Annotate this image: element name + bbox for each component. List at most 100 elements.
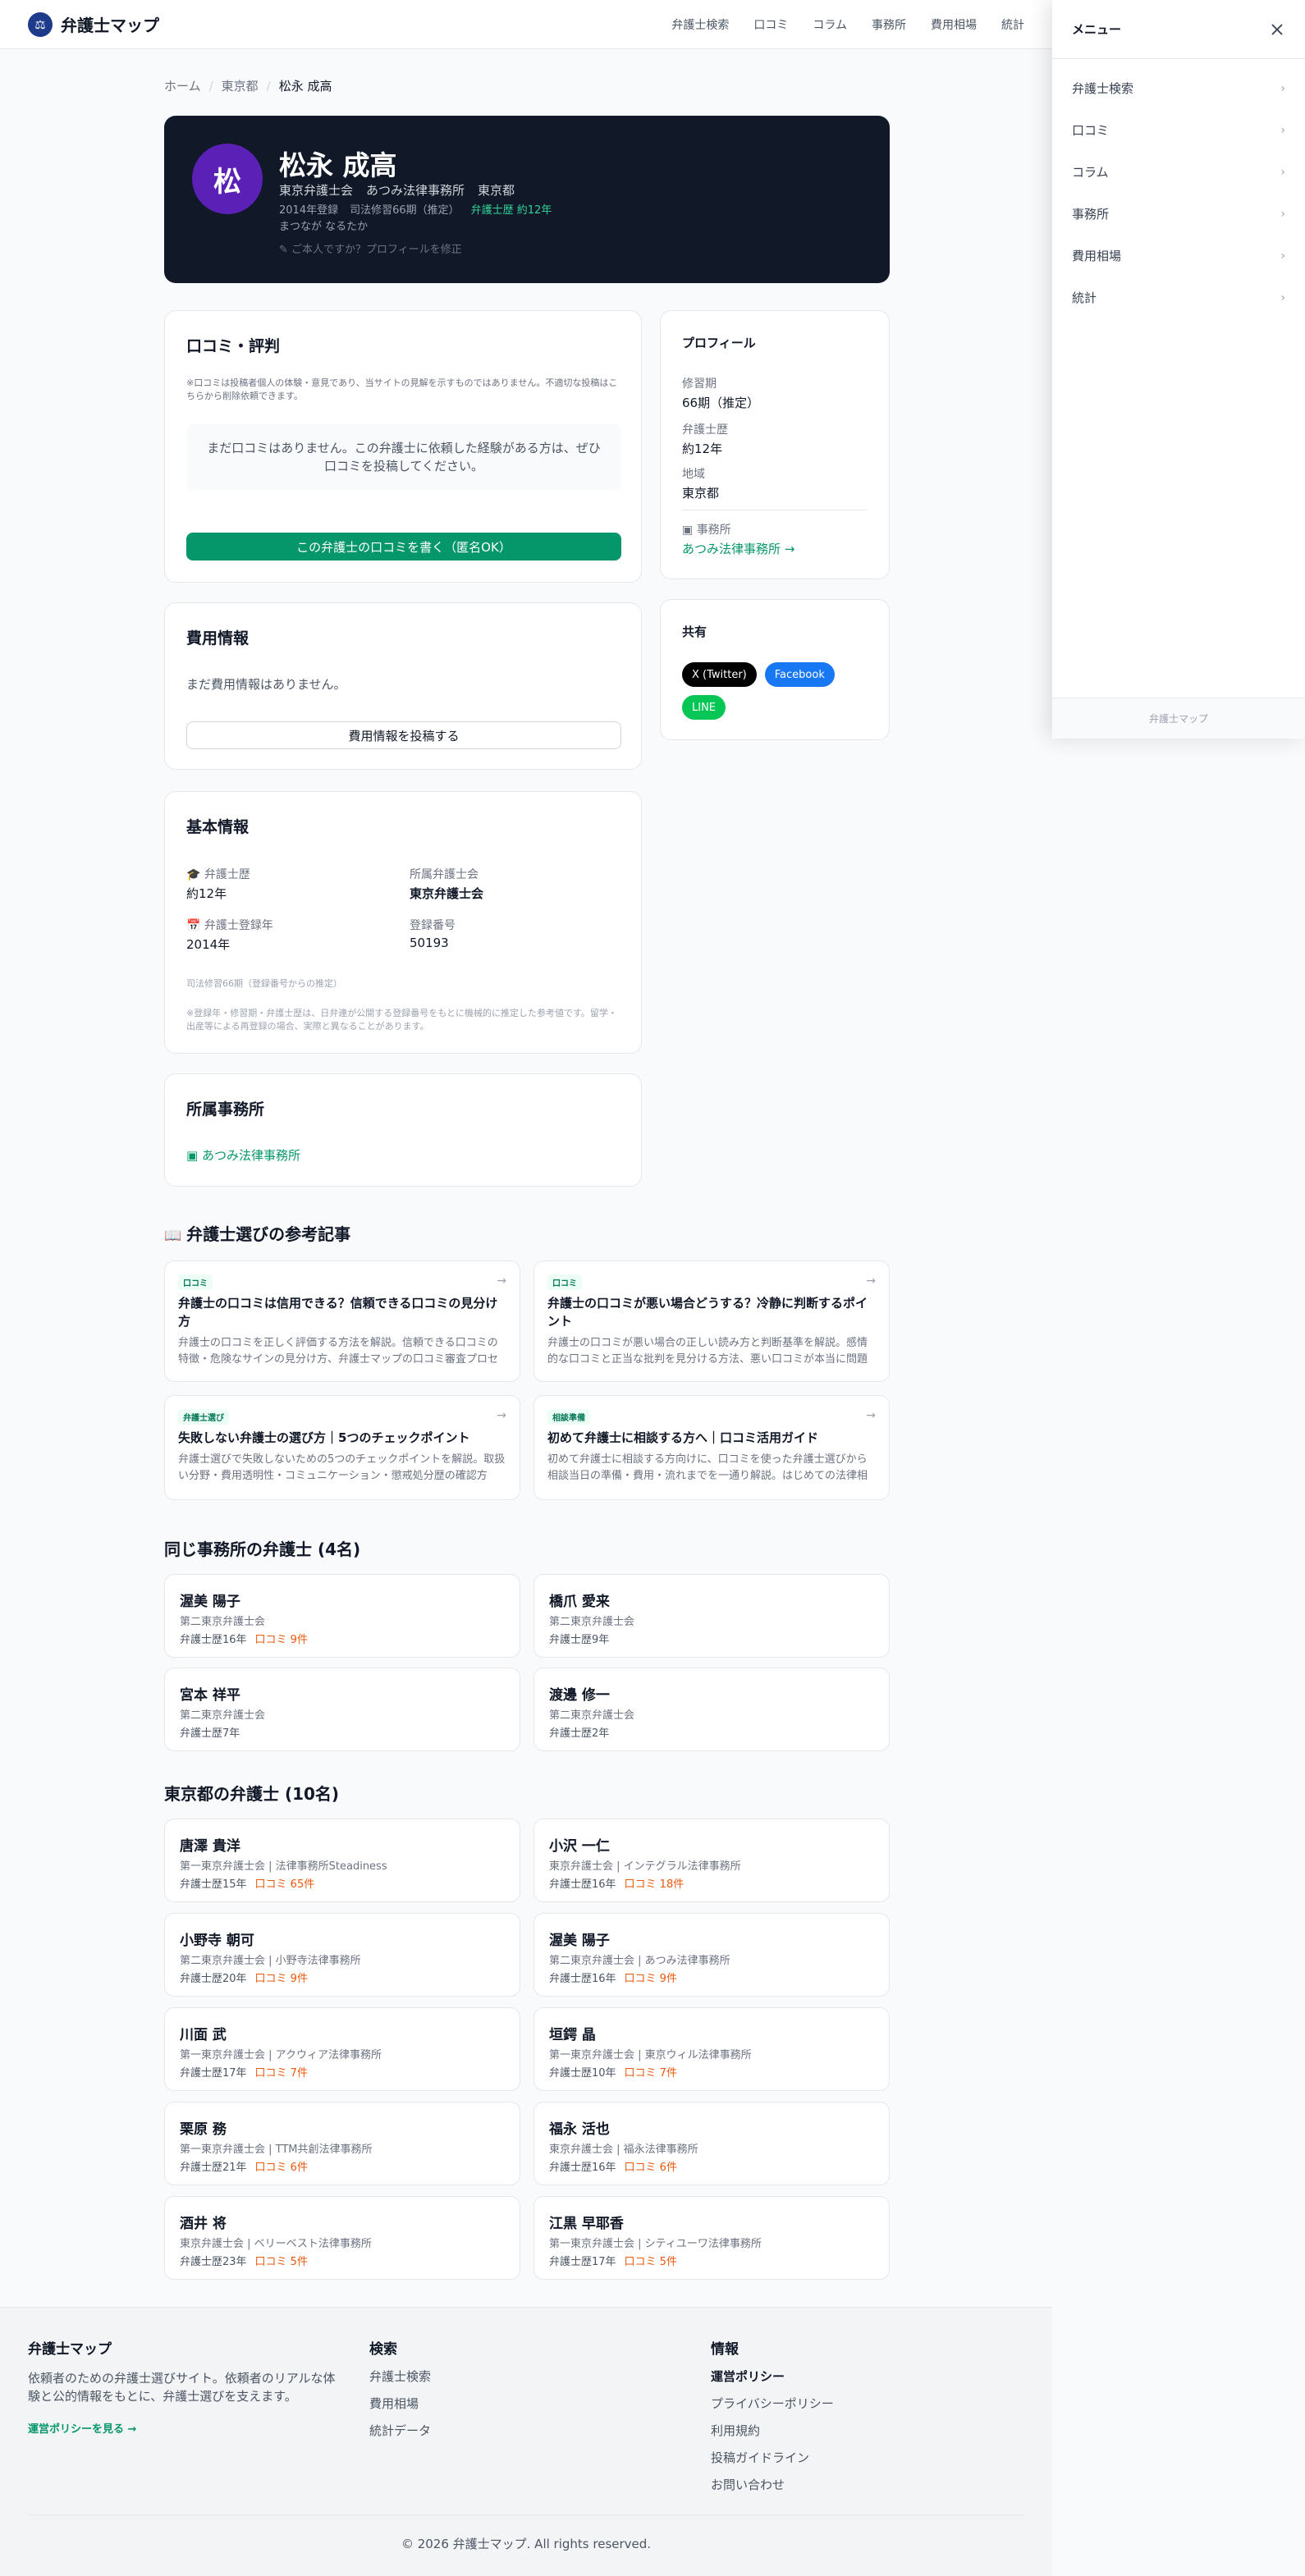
lawyer-name: 松永 成高 — [279, 149, 397, 181]
lawyer-card[interactable]: 橋爪 愛来 第二東京弁護士会 弁護士歴9年 — [533, 1574, 890, 1658]
breadcrumb-separator: / — [208, 78, 213, 94]
menu-item-columns[interactable]: コラム › — [1052, 151, 1305, 193]
post-fees-button[interactable]: 費用情報を投稿する — [186, 721, 621, 749]
footer-link-fees[interactable]: 費用相場 — [369, 2395, 431, 2412]
scales-icon: ⚖ — [28, 11, 53, 37]
lawyer-card[interactable]: 川面 武第一東京弁護士会 | アクウィア法律事務所 弁護士歴17年 口コミ 7件 — [164, 2007, 520, 2091]
lawyer-card-years: 弁護士歴23年 — [180, 2256, 247, 2268]
profile-term-label: 修習期 — [682, 377, 717, 391]
breadcrumb: ホーム / 東京都 / 松永 成高 — [164, 77, 890, 94]
lawyer-card-bar: 東京弁護士会 | 福永法律事務所 — [549, 2144, 698, 2156]
footer-link-guidelines[interactable]: 投稿ガイドライン — [711, 2449, 834, 2466]
share-facebook-button[interactable]: Facebook — [764, 662, 835, 687]
share-twitter-button[interactable]: X (Twitter) — [682, 662, 757, 687]
breadcrumb-prefecture[interactable]: 東京都 — [222, 77, 259, 94]
lawyer-card-name: 渡邊 修一 — [549, 1687, 610, 1704]
menu-item-offices[interactable]: 事務所 › — [1052, 193, 1305, 235]
chevron-right-icon: › — [1280, 249, 1285, 263]
experience-label: 弁護士歴 — [204, 868, 250, 881]
lawyer-card[interactable]: 唐澤 貴洋 第一東京弁護士会 | 法律事務所Steadiness 弁護士歴15年 口コ… — [164, 1819, 520, 1902]
article-card[interactable]: 口コミ → 弁護士の口コミは信用できる？信頼できる口コミの見分け方 弁護士の口コ… — [164, 1261, 520, 1382]
footer-link-contact[interactable]: お問い合わせ — [711, 2476, 834, 2493]
same-office-title: 同じ事務所の弁護士 (4名) — [164, 1540, 361, 1559]
lawyer-card[interactable]: 福永 活也 東京弁護士会 | 福永法律事務所 弁護士歴16年 口コミ 6件 — [533, 2102, 890, 2185]
close-icon[interactable] — [1269, 21, 1285, 38]
site-logo[interactable]: ⚖ 弁護士マップ — [28, 11, 159, 37]
reviews-card: 口コミ・評判 ※口コミは投稿者個人の体験・意見であり、当サイトの見解を示すもので… — [164, 310, 642, 583]
lawyer-card[interactable]: 小沢 一仁 東京弁護士会 | インテグラル法律事務所 弁護士歴16年 口コミ 18件 — [533, 1819, 890, 1902]
arrow-right-icon: → — [497, 1409, 506, 1422]
building-icon: ▣ — [186, 1148, 202, 1163]
office-link[interactable]: ▣ あつみ法律事務所 — [186, 1146, 300, 1164]
profile-experience-label: 弁護士歴 — [682, 423, 728, 437]
nav-lawyer-search[interactable]: 弁護士検索 — [671, 16, 729, 33]
footer-link-terms[interactable]: 利用規約 — [711, 2422, 834, 2439]
lawyer-card-reviews: 口コミ 9件 — [254, 1973, 308, 1985]
nav-offices[interactable]: 事務所 — [872, 16, 906, 33]
lawyer-card-reviews: 口コミ 65件 — [254, 1878, 315, 1891]
menu-item-lawyer-search[interactable]: 弁護士検索 › — [1052, 67, 1305, 109]
lawyer-card-bar: 第一東京弁護士会 | TTM共創法律事務所 — [180, 2144, 373, 2156]
lawyer-meta: 2014年登録 司法修習66期（推定） 弁護士歴 約12年 — [279, 201, 552, 217]
avatar: 松 — [192, 144, 263, 214]
reviews-title: 口コミ・評判 — [186, 337, 281, 355]
registered-year: 2014年登録 — [279, 204, 339, 217]
lawyer-card-name: 江黒 早耶香 — [549, 2216, 624, 2232]
menu-item-fees[interactable]: 費用相場 › — [1052, 235, 1305, 277]
edit-profile-label: ご本人ですか？プロフィールを修正 — [291, 244, 462, 256]
firm-name[interactable]: あつみ法律事務所 — [366, 181, 465, 199]
arrow-right-icon: → — [497, 1274, 506, 1288]
footer-brand: 弁護士マップ — [28, 2341, 112, 2358]
article-tag: 口コミ — [178, 1274, 213, 1290]
article-card[interactable]: 口コミ → 弁護士の口コミが悪い場合どうする？冷静に判断するポイント 弁護士の口… — [533, 1261, 890, 1382]
breadcrumb-home[interactable]: ホーム — [164, 77, 201, 94]
edit-profile-link[interactable]: ✎ ご本人ですか？プロフィールを修正 — [279, 240, 462, 256]
office-card: 所属事務所 ▣ あつみ法律事務所 — [164, 1073, 642, 1187]
lawyer-card-bar: 第一東京弁護士会 | アクウィア法律事務所 — [180, 2049, 382, 2061]
menu-header: メニュー — [1052, 0, 1305, 59]
menu-list: 弁護士検索 › 口コミ › コラム › 事務所 › 費用相場 › 統計 › — [1052, 59, 1305, 318]
menu-item-reviews[interactable]: 口コミ › — [1052, 109, 1305, 151]
share-buttons: X (Twitter) Facebook LINE — [682, 662, 871, 720]
footer-policy-link[interactable]: 運営ポリシーを見る → — [28, 2420, 340, 2436]
nav-stats[interactable]: 統計 — [1001, 16, 1024, 33]
registration-year-field: 📅 弁護士登録年 2014年 — [186, 917, 273, 953]
lawyer-card-years: 弁護士歴17年 — [549, 2256, 616, 2268]
nav-fees[interactable]: 費用相場 — [931, 16, 977, 33]
footer-link-stats[interactable]: 統計データ — [369, 2422, 431, 2439]
lawyer-card[interactable]: 小野寺 朝可 第二東京弁護士会 | 小野寺法律事務所 弁護士歴20年 口コミ 9件 — [164, 1913, 520, 1997]
write-review-button[interactable]: この弁護士の口コミを書く（匿名OK） — [186, 533, 621, 560]
footer-link-policy[interactable]: 運営ポリシー — [711, 2368, 834, 2385]
lawyer-card-years: 弁護士歴16年 — [549, 1878, 616, 1891]
article-title: 失敗しない弁護士の選び方｜5つのチェックポイント — [178, 1430, 470, 1445]
nav-reviews[interactable]: 口コミ — [753, 16, 788, 33]
lawyer-card[interactable]: 江黒 早耶香 第一東京弁護士会 | シティユーワ法律事務所 弁護士歴17年 口コミ 5… — [533, 2196, 890, 2280]
lawyer-card[interactable]: 垣鍔 晶第一東京弁護士会 | 東京ウィル法律事務所 弁護士歴10年 口コミ 7件 — [533, 2007, 890, 2091]
article-card[interactable]: 相談準備 → 初めて弁護士に相談する方へ｜口コミ活用ガイド 初めて弁護士に相談す… — [533, 1395, 890, 1500]
profile-term-value: 66期（推定） — [682, 396, 760, 410]
experience-value: 約12年 — [186, 886, 227, 901]
calendar-icon: 📅 — [186, 919, 204, 932]
profile-office-link[interactable]: あつみ法律事務所 → — [682, 540, 794, 557]
lawyer-card-years: 弁護士歴15年 — [180, 1878, 247, 1891]
lawyer-card[interactable]: 渥美 陽子 第二東京弁護士会 | あつみ法律事務所 弁護士歴16年 口コミ 9件 — [533, 1913, 890, 1997]
nav-columns[interactable]: コラム — [813, 16, 847, 33]
lawyer-card[interactable]: 宮本 祥平 第二東京弁護士会 弁護士歴7年 — [164, 1668, 520, 1751]
lawyer-card[interactable]: 栗原 務第一東京弁護士会 | TTM共創法律事務所 弁護士歴21年 口コミ 6件 — [164, 2102, 520, 2185]
fees-card: 費用情報 まだ費用情報はありません。 費用情報を投稿する — [164, 602, 642, 770]
lawyer-card[interactable]: 渥美 陽子 第二東京弁護士会 弁護士歴16年 口コミ 9件 — [164, 1574, 520, 1658]
lawyer-card-bar: 第二東京弁護士会 — [549, 1616, 635, 1628]
lawyer-card-name: 宮本 祥平 — [180, 1687, 240, 1704]
lawyer-card-name: 垣鍔 晶 — [549, 2027, 596, 2043]
footer-link-privacy[interactable]: プライバシーポリシー — [711, 2395, 834, 2412]
menu-item-stats[interactable]: 統計 › — [1052, 277, 1305, 318]
lawyer-card[interactable]: 酒井 将東京弁護士会 | ベリーベスト法律事務所 弁護士歴23年 口コミ 5件 — [164, 2196, 520, 2280]
article-tag: 口コミ — [547, 1274, 582, 1290]
lawyer-card[interactable]: 渡邊 修一 第二東京弁護士会 弁護士歴2年 — [533, 1668, 890, 1751]
footer-link-lawyer-search[interactable]: 弁護士検索 — [369, 2368, 431, 2385]
share-line-button[interactable]: LINE — [682, 695, 726, 720]
registration-number-field: 登録番号 50193 — [410, 917, 456, 950]
article-card[interactable]: 弁護士選び → 失敗しない弁護士の選び方｜5つのチェックポイント 弁護士選びで失… — [164, 1395, 520, 1500]
article-title: 弁護士の口コミが悪い場合どうする？冷静に判断するポイント — [547, 1296, 868, 1329]
lawyer-card-reviews: 口コミ 9件 — [254, 1634, 308, 1646]
